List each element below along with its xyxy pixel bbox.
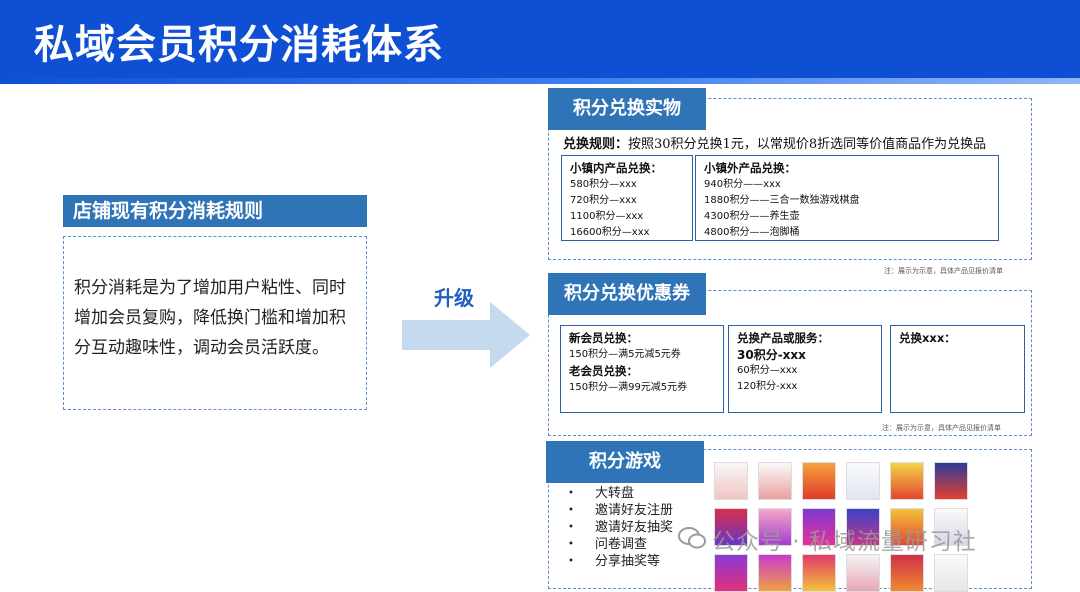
game-thumbnail xyxy=(758,554,792,592)
list-item: 580积分—xxx xyxy=(570,179,637,190)
list-item: 1880积分——三合一数独游戏棋盘 xyxy=(704,195,860,206)
list-item: 邀请好友注册 xyxy=(568,502,673,519)
game-thumbnail xyxy=(934,554,968,592)
right-arrow-icon xyxy=(402,302,530,368)
outer-products-card: 小镇外产品兑换： 940积分——xxx 1880积分——三合一数独游戏棋盘 43… xyxy=(695,155,999,241)
page-title: 私域会员积分消耗体系 xyxy=(34,22,444,68)
xxx-title: 兑换xxx： xyxy=(899,331,956,345)
list-item: 1100积分—xxx xyxy=(570,211,644,222)
list-item: 120积分-xxx xyxy=(737,381,798,392)
coupon-note: 注：展示为示意，具体产品见报价清单 xyxy=(882,424,1001,432)
inner-products-card: 小镇内产品兑换： 580积分—xxx 720积分—xxx 1100积分—xxx … xyxy=(561,155,693,241)
games-list: 大转盘 邀请好友注册 邀请好友抽奖 问卷调查 分享抽奖等 xyxy=(568,485,673,570)
rule-text: 按照30积分兑换1元，以常规价8折选同等价值商品作为兑换品 xyxy=(628,137,987,152)
xxx-card: 兑换xxx： xyxy=(890,325,1025,413)
physical-heading: 积分兑换实物 xyxy=(548,88,706,130)
games-heading: 积分游戏 xyxy=(546,441,704,483)
service-card: 兑换产品或服务： 30积分-xxx 60积分—xxx 120积分-xxx xyxy=(728,325,882,413)
service-main: 30积分-xxx xyxy=(737,348,806,362)
left-body: 积分消耗是为了增加用户粘性、同时增加会员复购，降低换门槛和增加积分互动趣味性，调… xyxy=(63,236,367,410)
game-thumbnail xyxy=(802,462,836,500)
new-member-item: 150积分—满5元减5元券 xyxy=(569,349,681,360)
game-thumbnail xyxy=(934,462,968,500)
inner-products-title: 小镇内产品兑换： xyxy=(570,161,662,175)
list-item: 4300积分——养生壶 xyxy=(704,211,800,222)
new-member-title: 新会员兑换： xyxy=(569,331,638,345)
list-item: 720积分—xxx xyxy=(570,195,637,206)
list-item: 问卷调查 xyxy=(568,536,673,553)
game-thumbnail xyxy=(846,462,880,500)
physical-note: 注：展示为示意，具体产品见报价清单 xyxy=(884,267,1003,275)
game-thumbnail xyxy=(846,554,880,592)
list-item: 16600积分—xxx xyxy=(570,227,650,238)
rule-label: 兑换规则： xyxy=(563,137,629,152)
game-thumbnail xyxy=(890,554,924,592)
list-item: 940积分——xxx xyxy=(704,179,781,190)
list-item: 分享抽奖等 xyxy=(568,553,673,570)
outer-products-title: 小镇外产品兑换： xyxy=(704,161,796,175)
member-coupon-card: 新会员兑换： 150积分—满5元减5元券 老会员兑换： 150积分—满99元减5… xyxy=(560,325,724,413)
old-member-title: 老会员兑换： xyxy=(569,364,638,378)
header-stripe xyxy=(0,78,1080,84)
game-thumbnail xyxy=(714,462,748,500)
watermark-text: 公众号 · 私域流量研习社 xyxy=(712,529,977,555)
coupon-heading: 积分兑换优惠券 xyxy=(548,273,706,315)
list-item: 大转盘 xyxy=(568,485,673,502)
old-member-item: 150积分—满99元减5元券 xyxy=(569,382,688,393)
game-thumbnail xyxy=(802,554,836,592)
left-heading: 店铺现有积分消耗规则 xyxy=(63,195,367,227)
game-thumbnail xyxy=(714,554,748,592)
game-thumbnail xyxy=(758,462,792,500)
list-item: 4800积分——泡脚桶 xyxy=(704,227,800,238)
exchange-rule: 兑换规则：按照30积分兑换1元，以常规价8折选同等价值商品作为兑换品 xyxy=(563,133,986,152)
game-thumbnail xyxy=(890,462,924,500)
list-item: 邀请好友抽奖 xyxy=(568,519,673,536)
service-title: 兑换产品或服务： xyxy=(737,331,829,345)
wechat-icon xyxy=(678,527,706,549)
list-item: 60积分—xxx xyxy=(737,365,798,376)
